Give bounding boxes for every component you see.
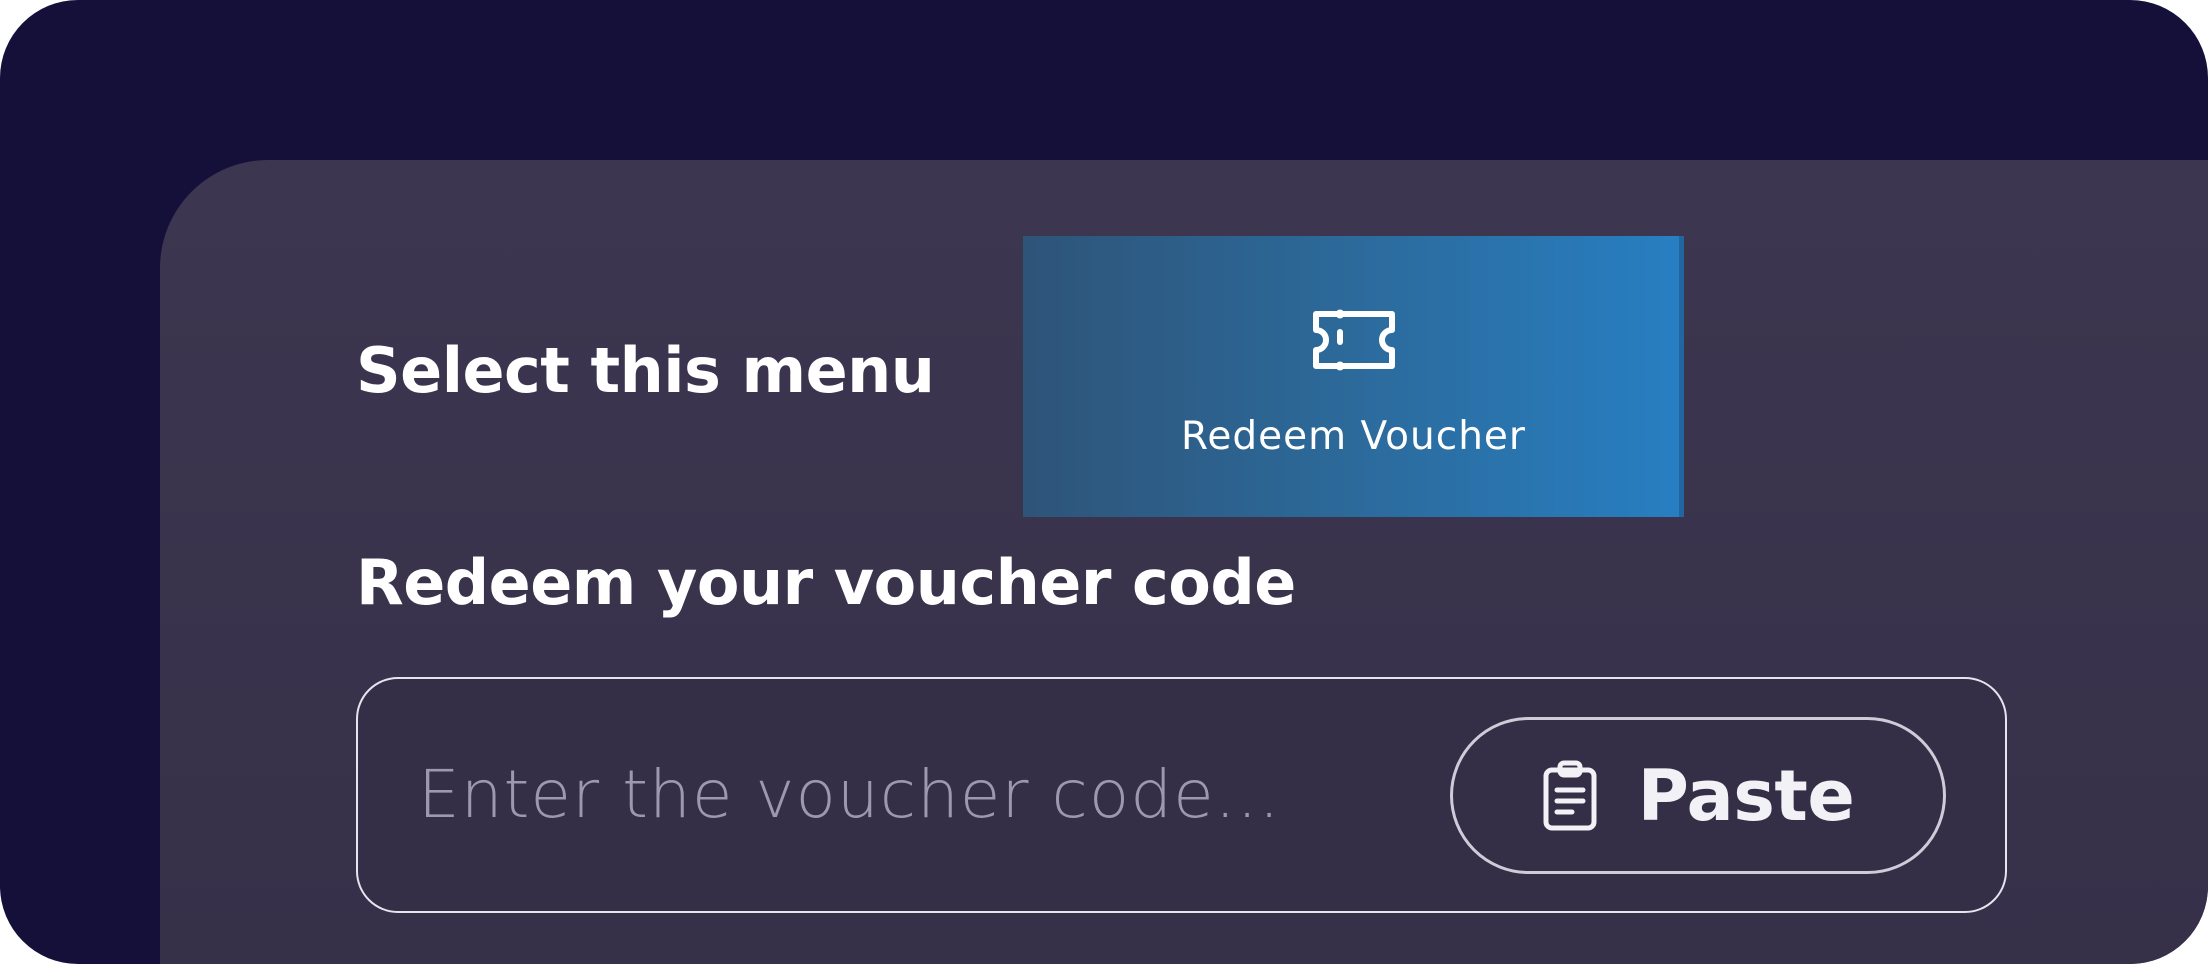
paste-button[interactable]: Paste <box>1450 717 1946 874</box>
content-panel: Select this menu Redeem Voucher Redeem y… <box>160 160 2208 964</box>
voucher-code-input[interactable] <box>418 729 1378 859</box>
redeem-voucher-label: Redeem Voucher <box>1181 414 1526 459</box>
redeem-voucher-heading: Redeem your voucher code <box>356 546 1296 619</box>
select-menu-instruction: Select this menu <box>356 334 935 407</box>
app-background: Select this menu Redeem Voucher Redeem y… <box>0 0 2208 964</box>
redeem-voucher-menu-button[interactable]: Redeem Voucher <box>1023 236 1684 517</box>
ticket-icon <box>1313 309 1395 371</box>
voucher-code-field-container: Paste <box>356 677 2007 913</box>
paste-button-label: Paste <box>1637 754 1855 837</box>
clipboard-icon <box>1543 760 1597 830</box>
